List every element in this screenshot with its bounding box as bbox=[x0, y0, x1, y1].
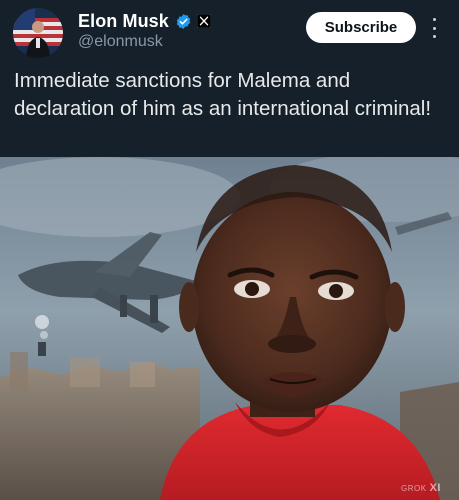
x-logo-icon bbox=[196, 13, 212, 29]
avatar-image bbox=[13, 8, 63, 58]
watermark-mark: XI bbox=[429, 482, 441, 494]
post-header: Elon Musk @elonmusk Subscribe bbox=[0, 0, 459, 62]
author-display-name[interactable]: Elon Musk bbox=[78, 11, 169, 32]
avatar[interactable] bbox=[13, 8, 63, 58]
author-handle[interactable]: @elonmusk bbox=[78, 33, 163, 51]
subscribe-button[interactable]: Subscribe bbox=[306, 12, 416, 43]
media-watermark: GROK XI bbox=[401, 482, 441, 494]
author-name-row: Elon Musk bbox=[78, 10, 212, 32]
post-media-image[interactable]: GROK XI bbox=[0, 157, 459, 500]
post-text: Immediate sanctions for Malema and decla… bbox=[14, 69, 432, 120]
post-card: Elon Musk @elonmusk Subscribe Immediate … bbox=[0, 0, 459, 500]
media-illustration bbox=[0, 157, 459, 500]
more-vertical-icon[interactable] bbox=[427, 18, 441, 38]
watermark-text: GROK bbox=[401, 483, 427, 493]
verified-check-icon bbox=[175, 13, 192, 30]
